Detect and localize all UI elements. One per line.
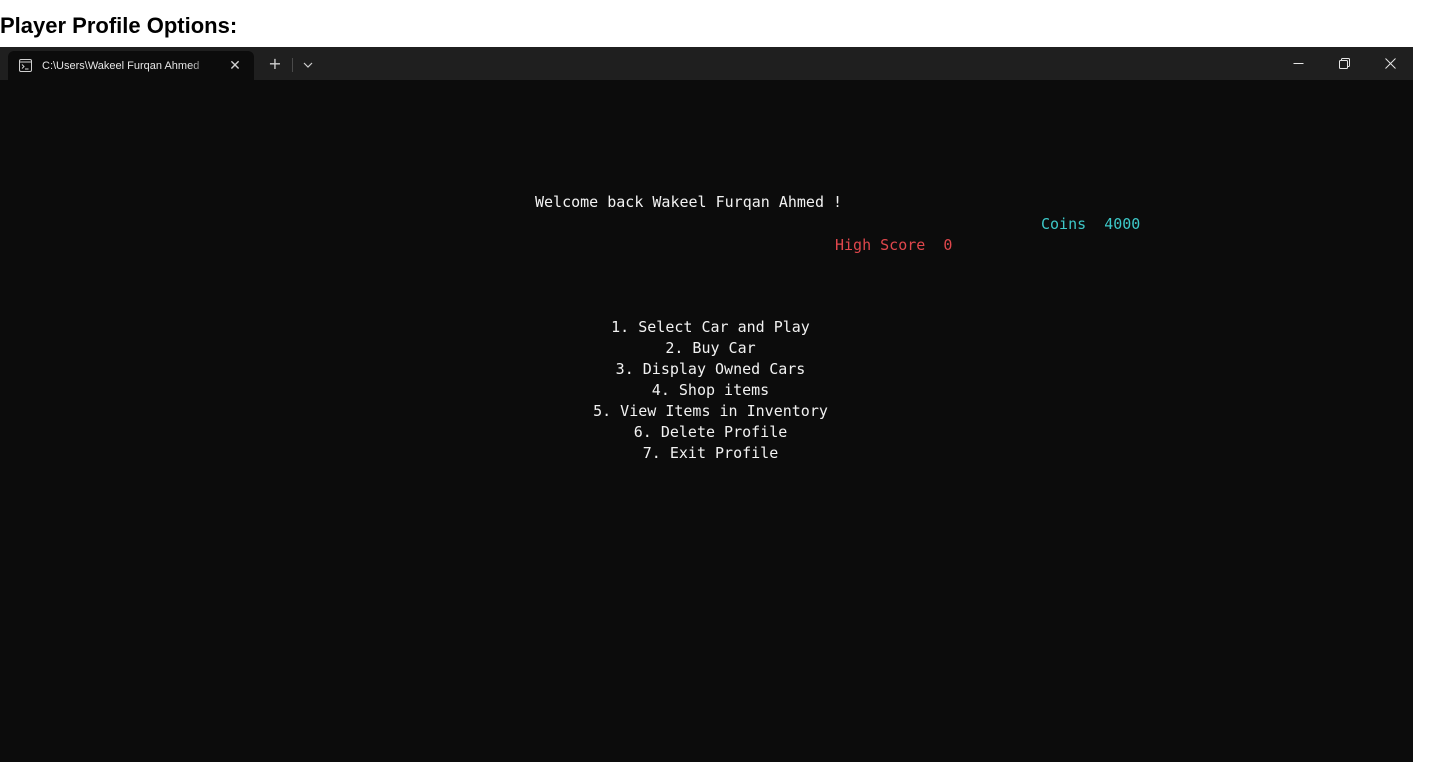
new-tab-button[interactable]: +	[263, 54, 287, 76]
terminal-tab[interactable]: C:\Users\Wakeel Furqan Ahmed ✕	[8, 51, 254, 80]
restore-button[interactable]	[1321, 47, 1367, 80]
menu-item-exit-profile: 7. Exit Profile	[642, 444, 779, 462]
menu-item-view-inventory: 5. View Items in Inventory	[593, 402, 828, 420]
high-score-display: High Score 0	[835, 236, 953, 254]
menu-item-buy-car: 2. Buy Car	[665, 339, 756, 357]
close-icon	[1384, 58, 1396, 69]
profile-menu: 1. Select Car and Play 2. Buy Car 3. Dis…	[575, 317, 846, 464]
tab-dropdown-button[interactable]	[298, 54, 318, 76]
document-heading: Player Profile Options:	[0, 13, 238, 38]
chevron-down-icon	[303, 62, 313, 68]
coins-display: Coins 4000	[1041, 215, 1141, 233]
console-output[interactable]: Welcome back Wakeel Furqan Ahmed ! Coins…	[0, 80, 1413, 762]
minimize-icon	[1293, 63, 1303, 64]
tab-close-icon[interactable]: ✕	[226, 58, 244, 74]
menu-item-select-car-and-play: 1. Select Car and Play	[611, 318, 810, 336]
minimize-button[interactable]	[1275, 47, 1321, 80]
title-bar: C:\Users\Wakeel Furqan Ahmed ✕ +	[0, 47, 1413, 80]
restore-icon	[1338, 58, 1350, 69]
welcome-message: Welcome back Wakeel Furqan Ahmed !	[535, 193, 843, 211]
menu-item-delete-profile: 6. Delete Profile	[633, 423, 788, 441]
menu-item-display-owned-cars: 3. Display Owned Cars	[615, 360, 806, 378]
terminal-window: C:\Users\Wakeel Furqan Ahmed ✕ + Welcome…	[0, 47, 1413, 762]
close-button[interactable]	[1367, 47, 1413, 80]
tab-separator	[292, 58, 293, 72]
window-controls	[1275, 47, 1413, 80]
menu-item-shop-items: 4. Shop items	[651, 381, 770, 399]
console-icon	[18, 59, 32, 73]
tab-title: C:\Users\Wakeel Furqan Ahmed	[42, 59, 200, 72]
